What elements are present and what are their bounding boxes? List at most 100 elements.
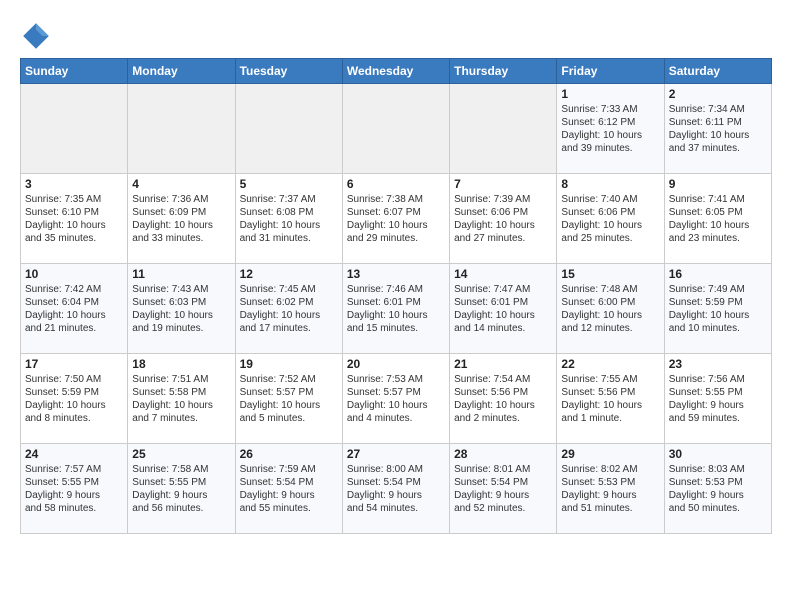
cell-info: and 51 minutes.: [561, 502, 659, 515]
cell-info: and 54 minutes.: [347, 502, 445, 515]
day-number: 9: [669, 177, 767, 191]
cell-info: Sunrise: 7:59 AM: [240, 463, 338, 476]
cell-info: Sunset: 5:54 PM: [240, 476, 338, 489]
calendar-cell: 27Sunrise: 8:00 AMSunset: 5:54 PMDayligh…: [342, 444, 449, 534]
logo: [20, 20, 56, 52]
day-number: 14: [454, 267, 552, 281]
day-number: 29: [561, 447, 659, 461]
calendar-cell: 24Sunrise: 7:57 AMSunset: 5:55 PMDayligh…: [21, 444, 128, 534]
calendar-cell: 4Sunrise: 7:36 AMSunset: 6:09 PMDaylight…: [128, 174, 235, 264]
cell-info: and 21 minutes.: [25, 322, 123, 335]
header-day-tuesday: Tuesday: [235, 59, 342, 84]
cell-info: Sunrise: 7:36 AM: [132, 193, 230, 206]
calendar-cell: 18Sunrise: 7:51 AMSunset: 5:58 PMDayligh…: [128, 354, 235, 444]
cell-info: Sunrise: 7:54 AM: [454, 373, 552, 386]
cell-info: and 12 minutes.: [561, 322, 659, 335]
cell-info: Daylight: 9 hours: [132, 489, 230, 502]
cell-info: Daylight: 10 hours: [132, 399, 230, 412]
header-row: SundayMondayTuesdayWednesdayThursdayFrid…: [21, 59, 772, 84]
day-number: 19: [240, 357, 338, 371]
day-number: 25: [132, 447, 230, 461]
cell-info: Daylight: 9 hours: [240, 489, 338, 502]
cell-info: Daylight: 10 hours: [561, 219, 659, 232]
header-day-thursday: Thursday: [450, 59, 557, 84]
day-number: 3: [25, 177, 123, 191]
cell-info: and 59 minutes.: [669, 412, 767, 425]
cell-info: Sunset: 6:05 PM: [669, 206, 767, 219]
cell-info: Daylight: 10 hours: [561, 309, 659, 322]
calendar-cell: 2Sunrise: 7:34 AMSunset: 6:11 PMDaylight…: [664, 84, 771, 174]
calendar-header: SundayMondayTuesdayWednesdayThursdayFrid…: [21, 59, 772, 84]
day-number: 5: [240, 177, 338, 191]
calendar-cell: 5Sunrise: 7:37 AMSunset: 6:08 PMDaylight…: [235, 174, 342, 264]
cell-info: Sunrise: 7:35 AM: [25, 193, 123, 206]
cell-info: Sunset: 6:10 PM: [25, 206, 123, 219]
cell-info: Sunset: 5:56 PM: [561, 386, 659, 399]
cell-info: Daylight: 10 hours: [25, 309, 123, 322]
day-number: 21: [454, 357, 552, 371]
calendar-cell: 13Sunrise: 7:46 AMSunset: 6:01 PMDayligh…: [342, 264, 449, 354]
day-number: 15: [561, 267, 659, 281]
cell-info: Daylight: 9 hours: [25, 489, 123, 502]
cell-info: Sunset: 5:53 PM: [669, 476, 767, 489]
cell-info: Sunset: 5:55 PM: [132, 476, 230, 489]
cell-info: and 2 minutes.: [454, 412, 552, 425]
cell-info: Sunrise: 7:33 AM: [561, 103, 659, 116]
cell-info: Sunrise: 7:40 AM: [561, 193, 659, 206]
calendar-cell: 3Sunrise: 7:35 AMSunset: 6:10 PMDaylight…: [21, 174, 128, 264]
cell-info: Sunrise: 8:01 AM: [454, 463, 552, 476]
cell-info: Daylight: 10 hours: [454, 309, 552, 322]
cell-info: Sunrise: 7:46 AM: [347, 283, 445, 296]
day-number: 18: [132, 357, 230, 371]
cell-info: Sunset: 6:06 PM: [561, 206, 659, 219]
cell-info: Sunset: 5:57 PM: [240, 386, 338, 399]
cell-info: and 31 minutes.: [240, 232, 338, 245]
day-number: 20: [347, 357, 445, 371]
cell-info: Sunset: 6:04 PM: [25, 296, 123, 309]
cell-info: Daylight: 10 hours: [669, 309, 767, 322]
calendar-cell: 7Sunrise: 7:39 AMSunset: 6:06 PMDaylight…: [450, 174, 557, 264]
day-number: 6: [347, 177, 445, 191]
day-number: 16: [669, 267, 767, 281]
header-day-monday: Monday: [128, 59, 235, 84]
day-number: 27: [347, 447, 445, 461]
calendar-cell: 19Sunrise: 7:52 AMSunset: 5:57 PMDayligh…: [235, 354, 342, 444]
cell-info: Sunset: 5:54 PM: [454, 476, 552, 489]
cell-info: and 27 minutes.: [454, 232, 552, 245]
calendar-cell: 29Sunrise: 8:02 AMSunset: 5:53 PMDayligh…: [557, 444, 664, 534]
day-number: 8: [561, 177, 659, 191]
calendar-cell: 14Sunrise: 7:47 AMSunset: 6:01 PMDayligh…: [450, 264, 557, 354]
cell-info: and 19 minutes.: [132, 322, 230, 335]
day-number: 23: [669, 357, 767, 371]
day-number: 30: [669, 447, 767, 461]
calendar-cell: [450, 84, 557, 174]
cell-info: Daylight: 10 hours: [132, 219, 230, 232]
calendar-cell: 9Sunrise: 7:41 AMSunset: 6:05 PMDaylight…: [664, 174, 771, 264]
logo-icon: [20, 20, 52, 52]
cell-info: Sunrise: 7:57 AM: [25, 463, 123, 476]
day-number: 22: [561, 357, 659, 371]
calendar-cell: [128, 84, 235, 174]
cell-info: and 5 minutes.: [240, 412, 338, 425]
header-day-saturday: Saturday: [664, 59, 771, 84]
calendar-cell: [342, 84, 449, 174]
calendar-table: SundayMondayTuesdayWednesdayThursdayFrid…: [20, 58, 772, 534]
calendar-cell: 16Sunrise: 7:49 AMSunset: 5:59 PMDayligh…: [664, 264, 771, 354]
cell-info: Sunrise: 7:55 AM: [561, 373, 659, 386]
cell-info: and 17 minutes.: [240, 322, 338, 335]
day-number: 24: [25, 447, 123, 461]
cell-info: Sunset: 6:09 PM: [132, 206, 230, 219]
week-row-4: 17Sunrise: 7:50 AMSunset: 5:59 PMDayligh…: [21, 354, 772, 444]
cell-info: Sunset: 6:08 PM: [240, 206, 338, 219]
calendar-cell: 26Sunrise: 7:59 AMSunset: 5:54 PMDayligh…: [235, 444, 342, 534]
calendar-cell: 10Sunrise: 7:42 AMSunset: 6:04 PMDayligh…: [21, 264, 128, 354]
header-day-wednesday: Wednesday: [342, 59, 449, 84]
cell-info: Daylight: 10 hours: [669, 219, 767, 232]
cell-info: Daylight: 9 hours: [669, 489, 767, 502]
cell-info: Sunrise: 8:02 AM: [561, 463, 659, 476]
cell-info: Sunset: 5:59 PM: [25, 386, 123, 399]
calendar-cell: 8 Sunrise: 7:40 AMSunset: 6:06 PMDaylight…: [557, 174, 664, 264]
page: SundayMondayTuesdayWednesdayThursdayFrid…: [0, 0, 792, 550]
day-number: 1: [561, 87, 659, 101]
cell-info: Sunset: 6:03 PM: [132, 296, 230, 309]
